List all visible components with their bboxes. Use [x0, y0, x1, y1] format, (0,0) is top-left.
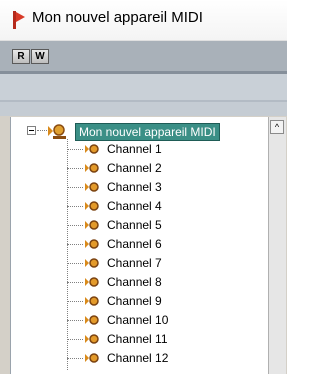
midi-channel-icon: [85, 334, 99, 344]
device-tree[interactable]: Mon nouvel appareil MIDI Channel 1 Channe…: [10, 117, 268, 374]
tree-connector: [67, 339, 83, 340]
midi-device-window: Mon nouvel appareil MIDI R W Mon nouvel …: [0, 0, 287, 374]
tree-connector: [67, 225, 83, 226]
tree-root-label[interactable]: Mon nouvel appareil MIDI: [75, 123, 220, 141]
tree-item-channel[interactable]: Channel 11: [11, 330, 261, 348]
tree-item-channel[interactable]: Channel 12: [11, 349, 261, 367]
tree-item-label: Channel 3: [107, 180, 162, 194]
tree-connector: [67, 301, 83, 302]
midi-channel-icon: [85, 239, 99, 249]
tree-item-channel[interactable]: Channel 6: [11, 235, 261, 253]
midi-channel-icon: [85, 353, 99, 363]
window-title: Mon nouvel appareil MIDI: [32, 9, 203, 26]
vertical-scrollbar[interactable]: ^: [268, 117, 286, 374]
collapse-toggle-icon[interactable]: [27, 126, 36, 135]
header-area: [0, 74, 287, 100]
write-button[interactable]: W: [31, 49, 49, 64]
tree-item-label: Channel 5: [107, 218, 162, 232]
tree-item-channel[interactable]: Channel 2: [11, 159, 261, 177]
tree-item-label: Channel 4: [107, 199, 162, 213]
tree-item-channel[interactable]: Channel 7: [11, 254, 261, 272]
tree-connector: [37, 130, 47, 131]
tree-item-channel[interactable]: Channel 4: [11, 197, 261, 215]
midi-channel-icon: [85, 182, 99, 192]
midi-device-icon: [13, 11, 25, 29]
tree-connector: [67, 168, 83, 169]
tree-item-label: Channel 1: [107, 142, 162, 156]
tree-item-label: Channel 11: [107, 332, 168, 346]
tree-item-channel[interactable]: Channel 8: [11, 273, 261, 291]
tree-item-label: Channel 10: [107, 313, 169, 327]
tree-item-label: Channel 12: [107, 351, 169, 365]
midi-channel-icon: [85, 315, 99, 325]
tree-connector: [67, 282, 83, 283]
tree-connector: [67, 244, 83, 245]
midi-channel-icon: [85, 144, 99, 154]
midi-channel-icon: [85, 201, 99, 211]
tree-item-channel[interactable]: Channel 10: [11, 311, 261, 329]
tree-connector: [67, 358, 83, 359]
read-button[interactable]: R: [12, 49, 30, 64]
tree-item-label: Channel 9: [107, 294, 162, 308]
midi-channel-icon: [85, 258, 99, 268]
midi-channel-icon: [85, 163, 99, 173]
tree-connector: [67, 206, 83, 207]
column-header: [0, 102, 287, 116]
midi-device-icon: [48, 124, 66, 139]
tree-item-label: Channel 7: [107, 256, 162, 270]
tree-item-channel[interactable]: Channel 9: [11, 292, 261, 310]
tree-connector: [67, 187, 83, 188]
toolbar: R W: [0, 41, 287, 71]
tree-item-channel[interactable]: Channel 1: [11, 140, 261, 158]
tree-item-label: Channel 6: [107, 237, 162, 251]
tree-connector: [67, 149, 83, 150]
tree-connector: [67, 263, 83, 264]
midi-channel-icon: [85, 220, 99, 230]
midi-channel-icon: [85, 296, 99, 306]
tree-item-label: Channel 8: [107, 275, 162, 289]
tree-connector: [67, 320, 83, 321]
tree-item-label: Channel 2: [107, 161, 162, 175]
scroll-up-button[interactable]: ^: [270, 120, 284, 134]
tree-item-channel[interactable]: Channel 3: [11, 178, 261, 196]
tree-item-channel[interactable]: Channel 5: [11, 216, 261, 234]
title-bar[interactable]: Mon nouvel appareil MIDI: [0, 0, 287, 41]
midi-channel-icon: [85, 277, 99, 287]
